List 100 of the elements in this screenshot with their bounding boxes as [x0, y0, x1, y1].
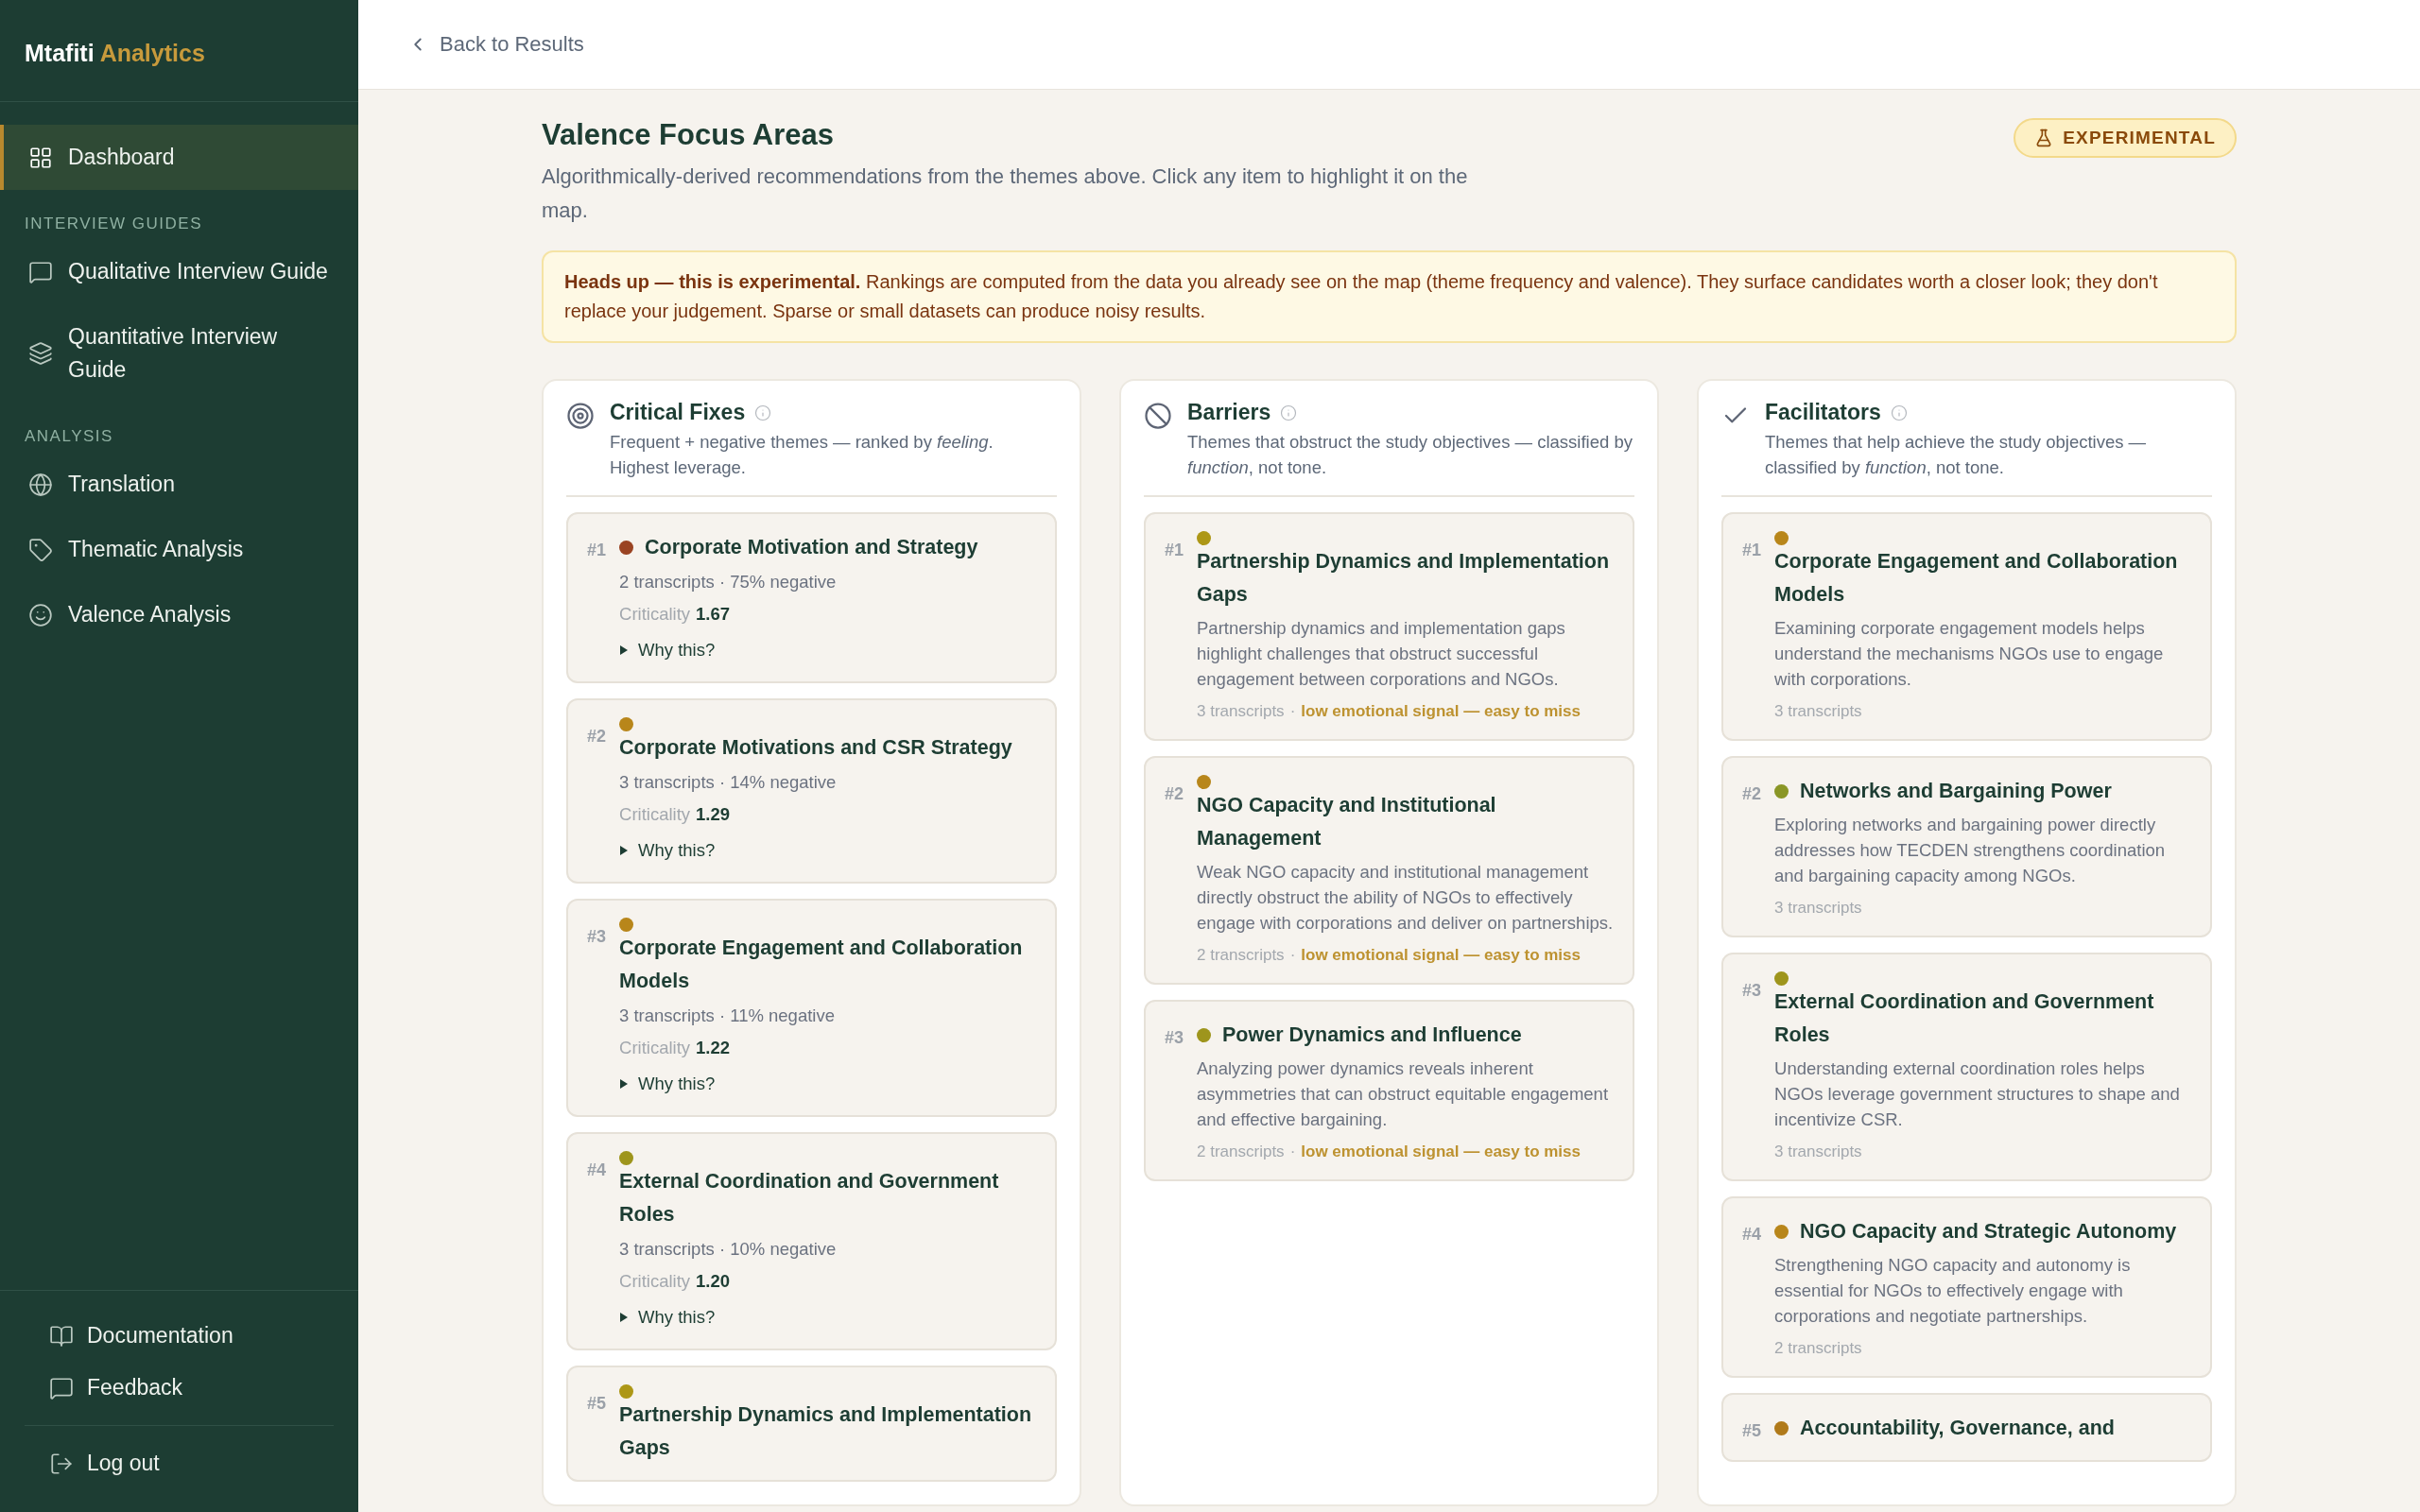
why-this-toggle[interactable]: Why this? — [619, 1068, 716, 1100]
chat-icon — [28, 259, 53, 284]
theme-card[interactable]: #5 Accountability, Governance, and — [1721, 1393, 2212, 1462]
theme-card[interactable]: #3 Corporate Engagement and Collaboration Models 3 transcripts · 11% negative Criticality 1.22 Why this? — [566, 899, 1057, 1117]
theme-title: Corporate Motivation and Strategy — [645, 535, 978, 560]
nav-item[interactable]: Dashboard — [0, 125, 358, 190]
criticality-value: 1.29 — [696, 803, 731, 826]
theme-title: Accountability, Governance, and — [1800, 1416, 2115, 1441]
nav-item[interactable]: Feedback — [25, 1362, 334, 1414]
nav-item[interactable]: Documentation — [25, 1310, 334, 1362]
criticality-label: Criticality — [619, 1037, 691, 1059]
tag-icon — [28, 537, 53, 562]
theme-card[interactable] — [1144, 512, 1634, 741]
globe-icon — [28, 472, 53, 497]
theme-card[interactable]: #2 Corporate Motivations and CSR Strategy 3 transcripts · 14% negative Criticality 1.29 Why this? — [566, 698, 1057, 884]
theme-title: External Coordination and Government Roles — [1774, 989, 2155, 1048]
layers-icon — [28, 341, 53, 366]
criticality-value: 1.67 — [696, 603, 731, 626]
transcript-count: 2 transcripts — [1197, 1142, 1285, 1162]
theme-title: Partnership Dynamics and Implementation Gaps — [619, 1402, 1033, 1461]
transcript-count: 3 transcripts — [1774, 701, 1862, 722]
theme-description: Analyzing power dynamics reveals inherent asymmetries that can obstruct equitable engagement and effective bargaining. — [1197, 1057, 1610, 1131]
rank-label: #1 — [587, 540, 607, 561]
theme-title: Corporate Engagement and Collaboration Models — [619, 936, 1024, 994]
criticality-label: Criticality — [619, 603, 691, 626]
panel-description: Themes that help achieve the study objectives — classified by function, not tone. — [1765, 431, 2148, 479]
panel-description: Themes that obstruct the study objectives — classified by function, not tone. — [1187, 431, 1634, 479]
theme-description: Strengthening NGO capacity and autonomy is essential for NGOs to effectively engage with corporations and negotiate partnerships. — [1774, 1254, 2132, 1328]
theme-card[interactable] — [1144, 756, 1634, 985]
panel-title: Facilitators — [1765, 400, 1881, 425]
panel-title: Critical Fixes — [610, 400, 746, 425]
smile-icon — [28, 602, 53, 627]
rank-label: #3 — [1165, 1027, 1184, 1049]
theme-title: Power Dynamics and Influence — [1222, 1022, 1522, 1048]
grid-icon — [28, 145, 53, 170]
page-title: Valence Focus Areas — [542, 118, 836, 152]
theme-description: Understanding external coordination roles helps NGOs leverage government structures to shape and incentivize CSR. — [1774, 1057, 2181, 1131]
ban-icon — [1144, 402, 1172, 430]
back-link[interactable]: Back to Results — [407, 32, 584, 57]
logout-icon — [49, 1451, 74, 1476]
rank-label: #2 — [1165, 783, 1184, 805]
theme-title: Corporate Motivations and CSR Strategy — [619, 735, 1012, 761]
logout-link[interactable]: Log out — [25, 1437, 334, 1489]
separator-dot: · — [1289, 1142, 1296, 1162]
rank-label: #5 — [1742, 1420, 1762, 1442]
nav-section-label: INTERVIEW GUIDES — [24, 214, 204, 234]
transcript-count: 2 transcripts — [1197, 945, 1285, 966]
nav-item[interactable]: Qualitative Interview Guide — [0, 239, 358, 304]
book-icon — [49, 1323, 74, 1349]
nav-item[interactable]: Thematic Analysis — [0, 517, 358, 582]
why-this-toggle[interactable]: Why this? — [619, 834, 716, 867]
theme-meta: 3 transcripts · 11% negative — [619, 1005, 836, 1027]
transcript-count: 3 transcripts — [1774, 898, 1862, 919]
why-this-toggle[interactable]: Why this? — [619, 1301, 716, 1333]
rank-label: #2 — [1742, 783, 1762, 805]
rank-label: #3 — [587, 926, 607, 948]
theme-meta: 2 transcripts · 75% negative — [619, 571, 838, 593]
nav-item[interactable]: Quantitative Interview Guide — [0, 304, 358, 403]
separator-dot: · — [1289, 701, 1296, 722]
theme-card[interactable]: #5 Partnership Dynamics and Implementation Gaps — [566, 1366, 1057, 1482]
rank-label: #4 — [587, 1160, 607, 1181]
rank-label: #3 — [1742, 980, 1762, 1002]
separator-dot: · — [1289, 945, 1296, 966]
transcript-count: 2 transcripts — [1774, 1338, 1862, 1359]
theme-description: Partnership dynamics and implementation gaps highlight challenges that obstruct successful engagement between corporations and NGOs. — [1197, 617, 1566, 691]
criticality-label: Criticality — [619, 1270, 691, 1293]
theme-card[interactable]: #4 External Coordination and Government Roles 3 transcripts · 10% negative Criticality 1.20 Why this? — [566, 1132, 1057, 1350]
theme-meta: 3 transcripts · 10% negative — [619, 1238, 838, 1261]
transcript-count: 3 transcripts — [1197, 701, 1285, 722]
signal-note: low emotional signal — easy to miss — [1301, 1142, 1581, 1162]
criticality-value: 1.20 — [696, 1270, 731, 1293]
nav-item[interactable]: Translation — [0, 452, 358, 517]
theme-card[interactable]: #4 NGO Capacity and Strategic Autonomy Strengthening NGO capacity and autonomy is essential for NGOs to effectively engage with corporations and negotiate partnerships. 2 transcripts — [1721, 1196, 2212, 1378]
theme-card[interactable]: #1 Corporate Motivation and Strategy 2 transcripts · 75% negative Criticality 1.67 Why this? — [566, 512, 1057, 683]
theme-description: Examining corporate engagement models helps understand the mechanisms NGOs use to engage with corporations. — [1774, 617, 2165, 691]
panel-title: Barriers — [1187, 400, 1271, 425]
rank-label: #5 — [587, 1393, 607, 1415]
signal-note: low emotional signal — easy to miss — [1301, 701, 1581, 722]
theme-description: Exploring networks and bargaining power directly addresses how TECDEN strengthens coordination and bargaining capacity among NGOs. — [1774, 814, 2167, 887]
theme-card[interactable] — [1144, 1000, 1634, 1181]
theme-card[interactable]: #3 External Coordination and Government Roles Understanding external coordination roles helps NGOs leverage government structures to shape and incentivize CSR. 3 transcripts — [1721, 953, 2212, 1181]
rank-label: #1 — [1165, 540, 1184, 561]
theme-card[interactable]: #1 Corporate Engagement and Collaboration Models Examining corporate engagement models helps understand the mechanisms NGOs use to engage with corporations. 3 transcripts — [1721, 512, 2212, 741]
signal-note: low emotional signal — easy to miss — [1301, 945, 1581, 966]
rank-label: #4 — [1742, 1224, 1762, 1246]
nav-section-label: ANALYSIS — [24, 426, 114, 447]
theme-title: External Coordination and Government Roles — [619, 1169, 1000, 1228]
why-this-toggle[interactable]: Why this? — [619, 634, 716, 666]
theme-card[interactable]: #2 Networks and Bargaining Power Exploring networks and bargaining power directly addresses how TECDEN strengthens coordination and bargaining capacity among NGOs. 3 transcripts — [1721, 756, 2212, 937]
rank-label: #1 — [1742, 540, 1762, 561]
nav-item[interactable]: Valence Analysis — [0, 582, 358, 647]
chat-icon — [49, 1375, 74, 1400]
target-icon — [566, 402, 595, 430]
experimental-badge: EXPERIMENTAL — [2014, 118, 2237, 158]
page-subtitle: Algorithmically-derived recommendations from the themes above. Click any item to highlight it on the map. — [542, 163, 1469, 224]
theme-title: Partnership Dynamics and Implementation Gaps — [1197, 549, 1611, 608]
panel-description: Frequent + negative themes — ranked by feeling. Highest leverage. — [610, 431, 994, 479]
theme-meta: 3 transcripts · 14% negative — [619, 771, 838, 794]
theme-title: NGO Capacity and Institutional Management — [1197, 793, 1497, 851]
rank-label: #2 — [587, 726, 607, 747]
